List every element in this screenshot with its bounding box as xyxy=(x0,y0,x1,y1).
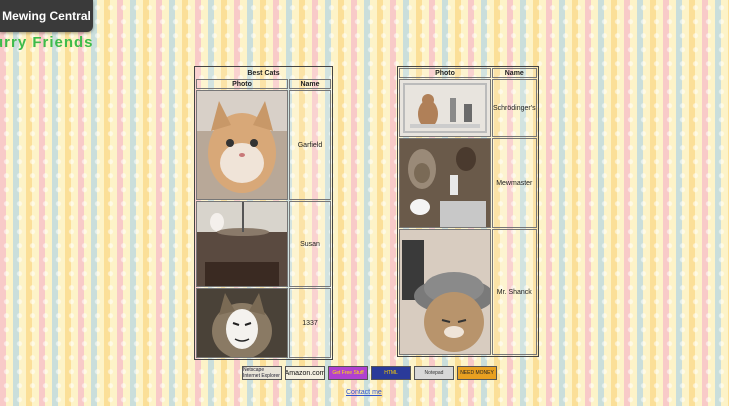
table-row: Mr. Shanck xyxy=(399,229,537,355)
name-column-header: Name xyxy=(492,68,537,78)
badge-need-money[interactable]: NEED MONEY xyxy=(457,366,497,380)
badge-amazon[interactable]: Amazon.com xyxy=(285,366,325,380)
table-row: Mewmaster xyxy=(399,138,537,228)
best-cats-table: Best Cats Photo Name Garfield Susan 1337 xyxy=(194,66,333,360)
cat-photo-image xyxy=(400,80,490,136)
badge-netscape-ie[interactable]: Netscape Internet Explorer xyxy=(242,366,282,380)
contact-link[interactable]: Contact me xyxy=(346,389,382,396)
badge-html[interactable]: HTML xyxy=(371,366,411,380)
cat-photo-image xyxy=(197,91,287,199)
badge-notepad[interactable]: Notepad xyxy=(414,366,454,380)
cat-name: Mewmaster xyxy=(492,138,537,228)
table-row: Schrödinger's xyxy=(399,79,537,137)
table-row: Susan xyxy=(196,201,331,287)
cat-photo xyxy=(196,201,288,287)
cat-photo-image xyxy=(197,202,287,286)
badge-free-stuff[interactable]: Get Free Stuff xyxy=(328,366,368,380)
cat-photo xyxy=(399,79,491,137)
site-title[interactable]: Mewing Central xyxy=(0,0,93,32)
cat-name: Garfield xyxy=(289,90,331,200)
photo-column-header: Photo xyxy=(196,79,288,89)
cat-photo-image xyxy=(400,139,490,227)
cat-photo-image xyxy=(400,230,490,354)
cat-photo xyxy=(196,90,288,200)
page-heading: urry Friends xyxy=(0,34,94,51)
cat-photo-image xyxy=(197,289,287,357)
table-caption: Best Cats xyxy=(247,69,280,77)
table-row: Garfield xyxy=(196,90,331,200)
cat-photo xyxy=(399,229,491,355)
cat-name: Susan xyxy=(289,201,331,287)
badge-strip: Netscape Internet Explorer Amazon.com Ge… xyxy=(242,366,497,380)
cat-name: Mr. Shanck xyxy=(492,229,537,355)
cats-table-right: Photo Name Schrödinger's Mewmaster Mr. S… xyxy=(397,66,539,357)
cat-name: Schrödinger's xyxy=(492,79,537,137)
name-column-header: Name xyxy=(289,79,331,89)
cat-name: 1337 xyxy=(289,288,331,358)
cat-photo xyxy=(196,288,288,358)
table-row: 1337 xyxy=(196,288,331,358)
photo-column-header: Photo xyxy=(399,68,491,78)
cat-photo xyxy=(399,138,491,228)
